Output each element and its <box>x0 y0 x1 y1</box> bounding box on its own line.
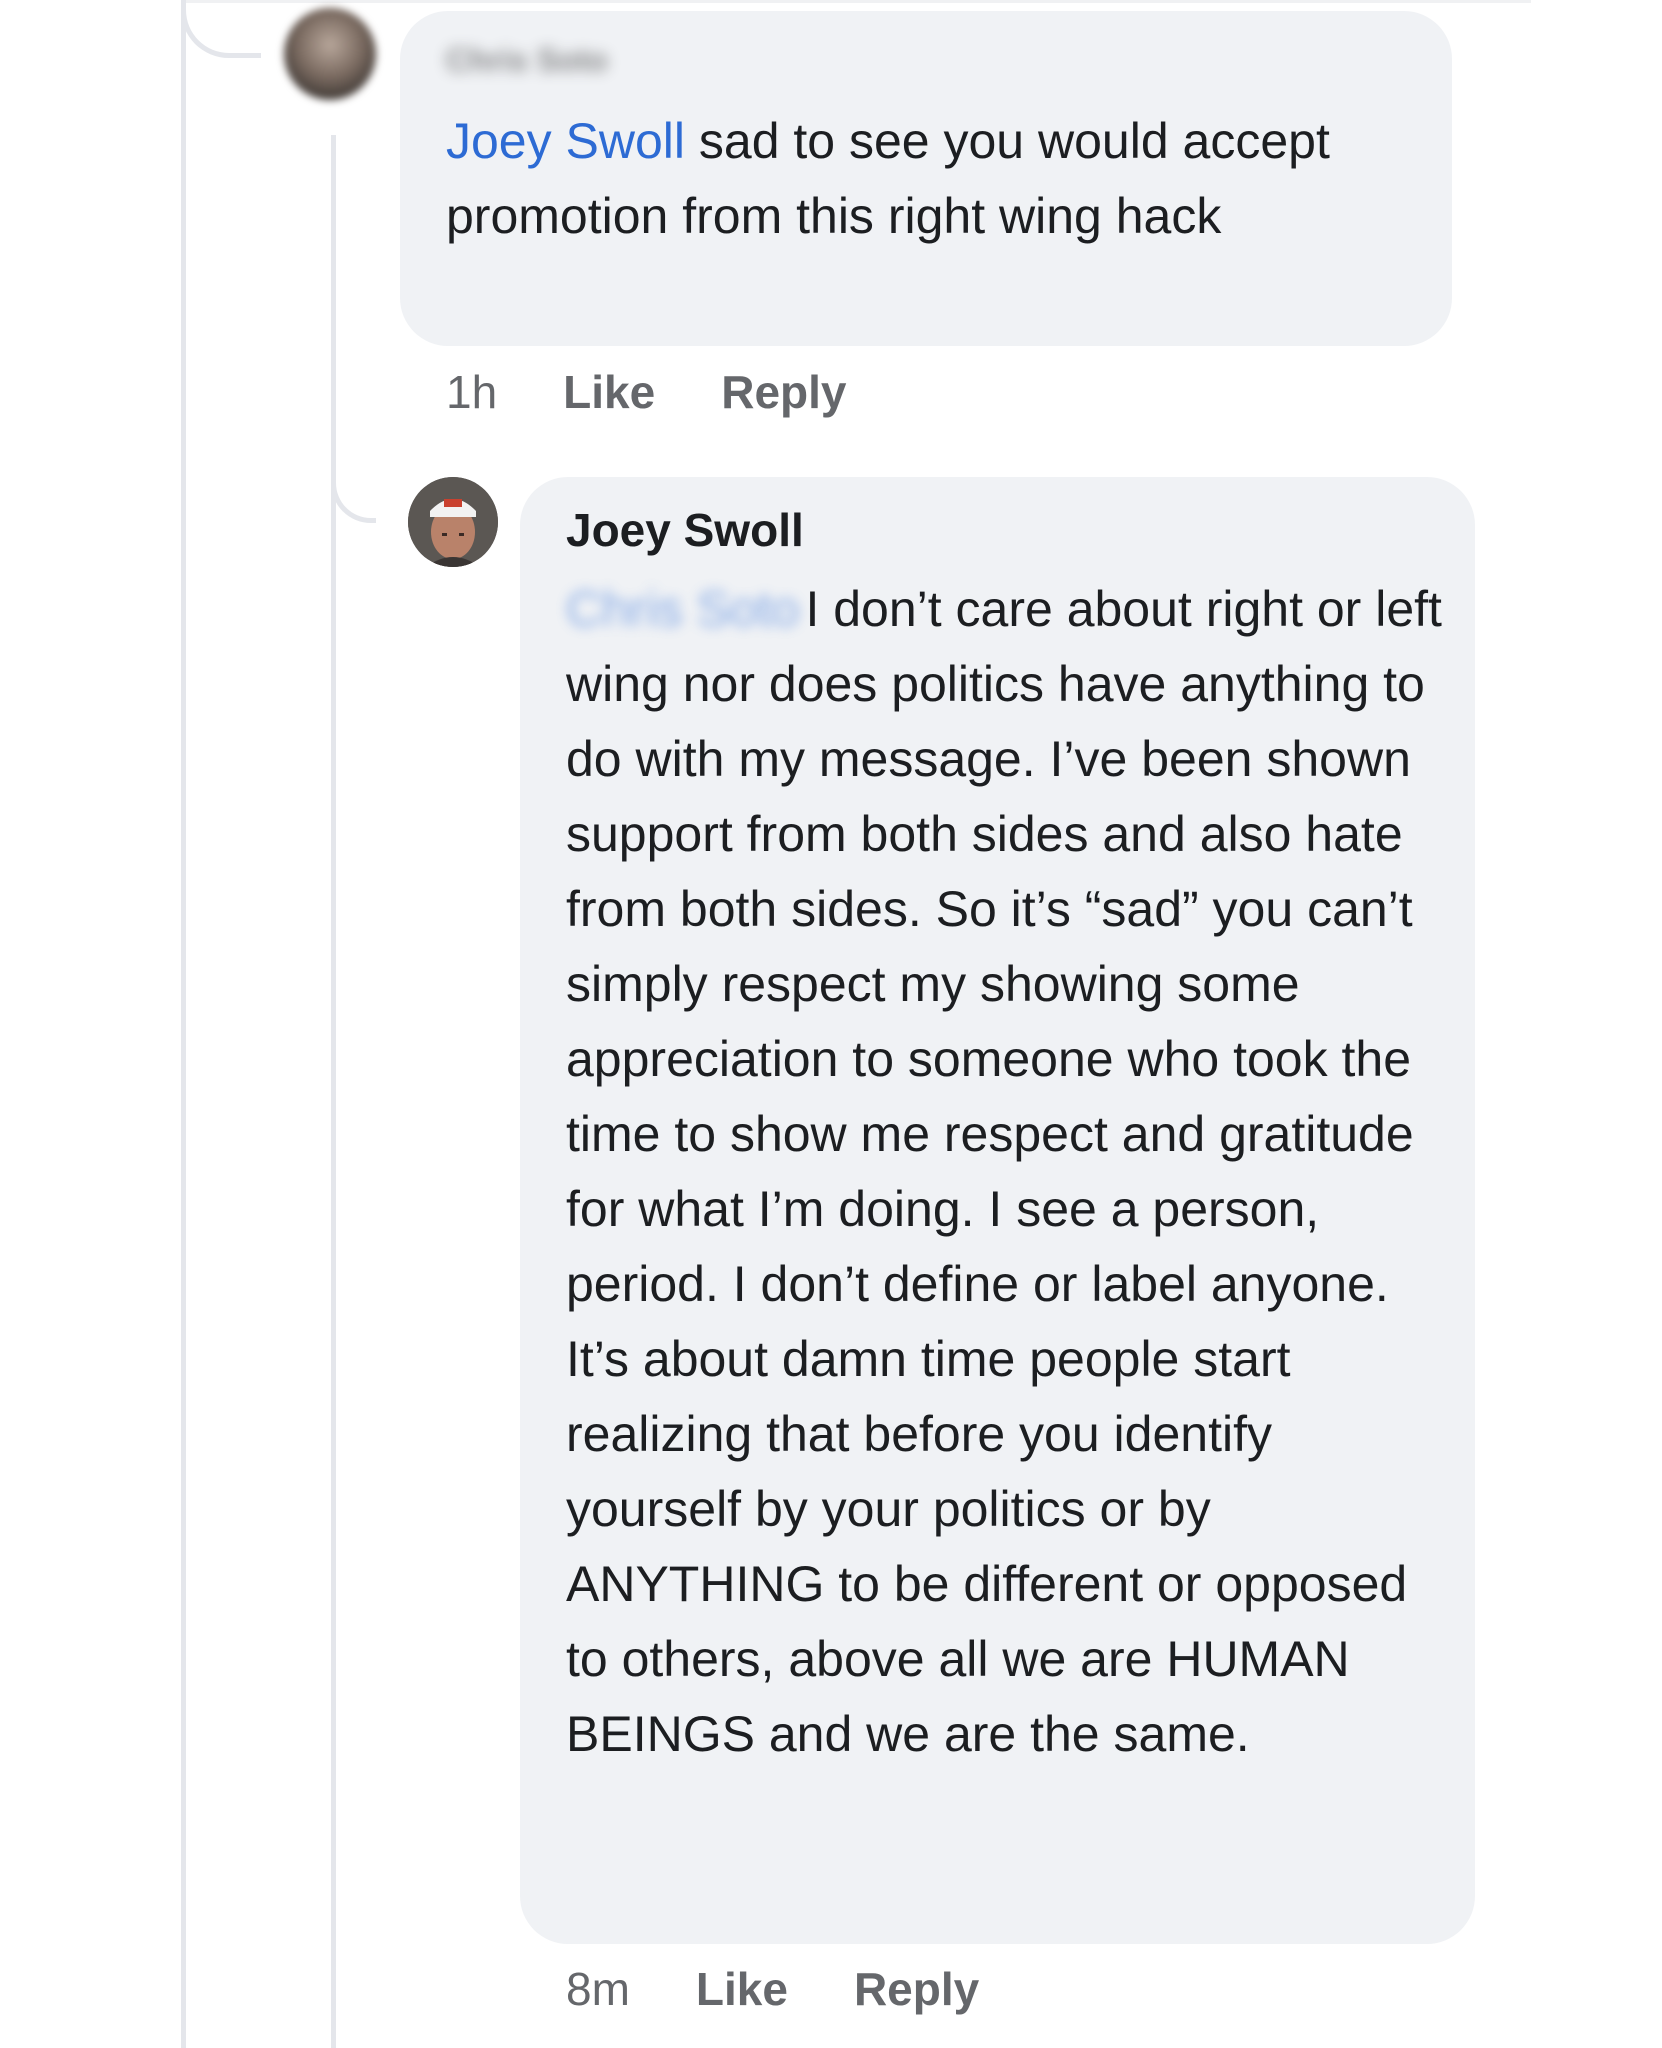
avatar[interactable] <box>284 8 376 100</box>
avatar[interactable] <box>408 477 498 567</box>
comment-thread: Chris Soto Joey Swoll sad to see you wou… <box>0 0 1662 2048</box>
comment-actions: 8m Like Reply <box>566 1962 1045 2016</box>
like-button[interactable]: Like <box>563 365 655 419</box>
divider <box>186 0 1531 3</box>
comment-timestamp[interactable]: 1h <box>446 365 497 419</box>
comment-body: Joey Swoll sad to see you would accept p… <box>446 104 1426 254</box>
comment-body: Chris Soto I don’t care about right or le… <box>566 572 1446 1772</box>
comment-timestamp[interactable]: 8m <box>566 1962 630 2016</box>
comment-author-name[interactable]: Chris Soto <box>446 42 608 79</box>
like-button[interactable]: Like <box>696 1962 788 2016</box>
reply-button[interactable]: Reply <box>854 1962 979 2016</box>
thread-connector-line <box>181 0 186 2048</box>
mention-link[interactable]: Joey Swoll <box>446 113 685 169</box>
profile-photo-icon <box>408 477 498 567</box>
reply-connector-curve <box>331 440 376 523</box>
thread-connector-curve <box>181 0 261 58</box>
comment-author-name[interactable]: Joey Swoll <box>566 503 804 557</box>
mention-link[interactable]: Chris Soto <box>566 572 799 647</box>
comment-actions: 1h Like Reply <box>446 365 912 419</box>
reply-connector-line <box>331 135 336 2048</box>
comment-text: I don’t care about right or left wing no… <box>566 581 1442 1762</box>
reply-button[interactable]: Reply <box>721 365 846 419</box>
